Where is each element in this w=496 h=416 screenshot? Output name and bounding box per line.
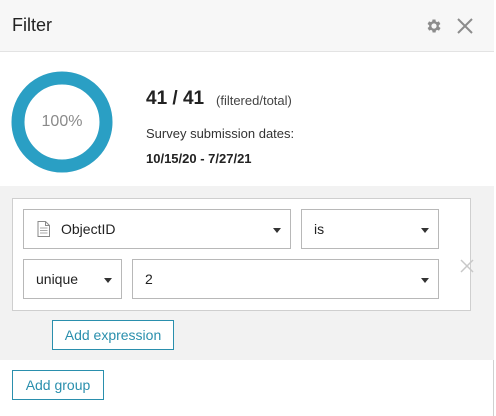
dropdown-caret-icon [104, 278, 112, 283]
filter-panel: Filter 100% 41 / 41 (filtered/total) Sur… [0, 0, 494, 416]
panel-header: Filter [0, 0, 494, 52]
remove-expression-icon[interactable] [460, 259, 474, 273]
dropdown-caret-icon [421, 278, 429, 283]
value-mode-select-value: unique [36, 271, 79, 287]
record-count-note: (filtered/total) [216, 93, 292, 108]
operator-select[interactable]: is [301, 209, 439, 249]
value-select-value: 2 [145, 271, 153, 287]
document-icon [37, 221, 50, 237]
dates-label: Survey submission dates: [146, 126, 295, 141]
gear-icon[interactable] [425, 17, 443, 35]
panel-title: Filter [12, 15, 52, 35]
filter-summary: 100% 41 / 41 (filtered/total) Survey sub… [0, 52, 494, 186]
field-select-value: ObjectID [61, 221, 116, 237]
dates-value: 10/15/20 - 7/27/21 [146, 151, 252, 166]
dropdown-caret-icon [273, 228, 281, 233]
dropdown-caret-icon [421, 228, 429, 233]
field-select[interactable]: ObjectID [23, 209, 291, 249]
add-expression-button[interactable]: Add expression [52, 320, 174, 350]
operator-select-value: is [314, 221, 325, 237]
percent-label: 100% [41, 113, 83, 130]
value-select[interactable]: 2 [132, 259, 439, 299]
value-mode-select[interactable]: unique [23, 259, 122, 299]
close-icon[interactable] [456, 17, 474, 35]
add-group-button[interactable]: Add group [12, 370, 104, 400]
record-count: 41 / 41 [146, 88, 205, 109]
